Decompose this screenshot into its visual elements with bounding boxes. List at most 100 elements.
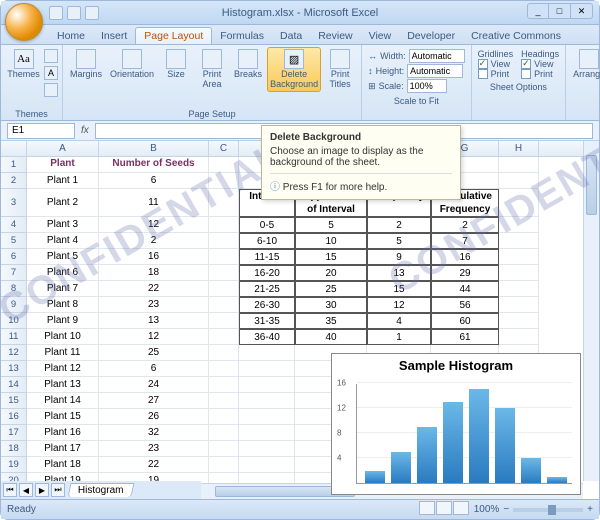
tab-page-layout[interactable]: Page Layout (135, 27, 212, 44)
cell[interactable]: 5 (367, 233, 431, 249)
cell[interactable] (499, 265, 539, 281)
cell[interactable] (209, 457, 239, 473)
margins-button[interactable]: Margins (67, 47, 105, 82)
zoom-level[interactable]: 100% (474, 504, 500, 515)
cell[interactable]: Plant 6 (27, 265, 99, 281)
row-header[interactable]: 14 (1, 377, 27, 393)
name-box[interactable]: E1 (7, 123, 75, 139)
view-layout-icon[interactable] (436, 501, 452, 515)
tab-home[interactable]: Home (49, 28, 93, 44)
cell[interactable]: 16-20 (239, 265, 295, 281)
cell[interactable]: Plant 14 (27, 393, 99, 409)
size-button[interactable]: Size (159, 47, 193, 82)
cell[interactable]: 12 (99, 329, 209, 345)
cell[interactable]: Number of Seeds (99, 157, 209, 173)
cell[interactable]: 15 (367, 281, 431, 297)
cell[interactable] (239, 361, 295, 377)
cell[interactable]: 30 (295, 297, 367, 313)
cell[interactable] (499, 249, 539, 265)
cell[interactable] (209, 377, 239, 393)
row-header[interactable]: 7 (1, 265, 27, 281)
close-button[interactable]: ✕ (571, 3, 593, 19)
row-header[interactable]: 13 (1, 361, 27, 377)
cell[interactable]: 7 (431, 233, 499, 249)
cell[interactable]: Plant 4 (27, 233, 99, 249)
cell[interactable] (499, 313, 539, 329)
tab-review[interactable]: Review (310, 28, 360, 44)
cell[interactable] (209, 233, 239, 249)
cell[interactable] (209, 157, 239, 173)
cell[interactable]: 36-40 (239, 329, 295, 345)
cell[interactable]: 6-10 (239, 233, 295, 249)
cell[interactable]: Plant 1 (27, 173, 99, 189)
cell[interactable] (209, 265, 239, 281)
gridlines-view-check[interactable] (478, 59, 488, 69)
cell[interactable]: Plant 15 (27, 409, 99, 425)
scale-width-input[interactable] (409, 49, 465, 63)
cell[interactable] (209, 281, 239, 297)
cell[interactable] (209, 425, 239, 441)
cell[interactable] (209, 297, 239, 313)
cell[interactable]: 26 (99, 409, 209, 425)
cell[interactable]: 31-35 (239, 313, 295, 329)
cell[interactable]: 6 (99, 173, 209, 189)
cell[interactable] (239, 409, 295, 425)
cell[interactable]: Plant 17 (27, 441, 99, 457)
cell[interactable]: Plant 7 (27, 281, 99, 297)
cell[interactable] (499, 217, 539, 233)
cell[interactable]: 18 (99, 265, 209, 281)
cell[interactable]: 1 (367, 329, 431, 345)
cell[interactable] (239, 393, 295, 409)
sheet-tab-histogram[interactable]: Histogram (68, 483, 135, 497)
row-header[interactable]: 18 (1, 441, 27, 457)
select-all-cell[interactable] (1, 141, 27, 156)
vertical-scrollbar[interactable] (583, 141, 599, 481)
cell[interactable]: Plant 11 (27, 345, 99, 361)
cell[interactable] (209, 313, 239, 329)
theme-colors-icon[interactable] (44, 49, 58, 63)
cell[interactable]: 6 (99, 361, 209, 377)
cell[interactable]: 2 (99, 233, 209, 249)
cell[interactable]: 60 (431, 313, 499, 329)
scrollbar-thumb[interactable] (586, 155, 597, 215)
office-button[interactable] (5, 3, 43, 41)
theme-effects-icon[interactable] (44, 83, 58, 97)
cell[interactable]: 2 (431, 217, 499, 233)
view-break-icon[interactable] (453, 501, 469, 515)
cell[interactable] (209, 441, 239, 457)
col-header-a[interactable]: A (27, 141, 99, 156)
minimize-button[interactable]: _ (527, 3, 549, 19)
cell[interactable]: Plant 5 (27, 249, 99, 265)
scale-pct-input[interactable] (407, 79, 447, 93)
cell[interactable]: 40 (295, 329, 367, 345)
cell[interactable] (239, 377, 295, 393)
zoom-out-button[interactable]: − (503, 504, 509, 515)
cell[interactable] (239, 457, 295, 473)
sheet-nav-first-icon[interactable]: ⏮ (3, 483, 17, 497)
headings-view-check[interactable] (521, 59, 531, 69)
arrange-button[interactable]: Arrange (570, 47, 600, 82)
sheet-nav-last-icon[interactable]: ⏭ (51, 483, 65, 497)
cell[interactable]: 24 (99, 377, 209, 393)
row-header[interactable]: 11 (1, 329, 27, 345)
cell[interactable]: 16 (431, 249, 499, 265)
cell[interactable]: 16 (99, 249, 209, 265)
qat-redo-icon[interactable] (85, 6, 99, 20)
print-area-button[interactable]: Print Area (195, 47, 229, 92)
cell[interactable]: 22 (99, 281, 209, 297)
cell[interactable]: Plant 18 (27, 457, 99, 473)
breaks-button[interactable]: Breaks (231, 47, 265, 82)
col-header-c[interactable]: C (209, 141, 239, 156)
cell[interactable]: 21-25 (239, 281, 295, 297)
qat-save-icon[interactable] (49, 6, 63, 20)
cell[interactable]: 10 (295, 233, 367, 249)
cell[interactable]: 5 (295, 217, 367, 233)
themes-button[interactable]: Aa Themes (5, 47, 42, 82)
cell[interactable]: Plant 2 (27, 189, 99, 217)
cell[interactable]: 11 (99, 189, 209, 217)
tab-insert[interactable]: Insert (93, 28, 135, 44)
scale-height-input[interactable] (407, 64, 463, 78)
cell[interactable]: 12 (367, 297, 431, 313)
cell[interactable] (209, 189, 239, 217)
cell[interactable]: Plant 16 (27, 425, 99, 441)
